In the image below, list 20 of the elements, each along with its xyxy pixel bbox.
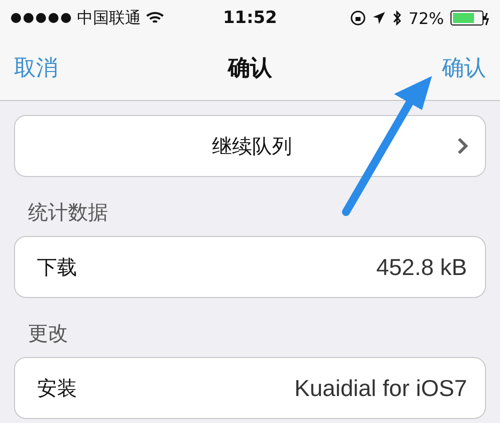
battery-percent: 72% — [408, 8, 444, 28]
section-header: 统计数据 — [27, 199, 109, 226]
row-label: 安装 — [37, 374, 77, 402]
clock-time: 11:52 — [222, 8, 278, 28]
wifi-icon — [146, 11, 164, 25]
chevron-icon — [457, 137, 469, 155]
signal-icon — [10, 12, 72, 24]
confirm-button[interactable]: 确认 — [442, 53, 486, 83]
rotation-lock-icon — [350, 10, 366, 26]
cancel-button[interactable]: 取消 — [14, 53, 58, 83]
row-label: 下载 — [37, 254, 77, 280]
carrier-name: 中国联通 — [77, 8, 141, 28]
section-header: 更改 — [27, 320, 69, 347]
battery-icon — [450, 10, 490, 26]
bluetooth-icon — [392, 10, 402, 26]
nav-title: 确认 — [228, 55, 272, 83]
row-value: Kuaidial for iOS7 — [294, 374, 467, 402]
queue-button[interactable]: 继续队列 — [14, 115, 486, 177]
row-value: 452.8 kB — [376, 254, 467, 280]
location-icon — [372, 11, 386, 25]
